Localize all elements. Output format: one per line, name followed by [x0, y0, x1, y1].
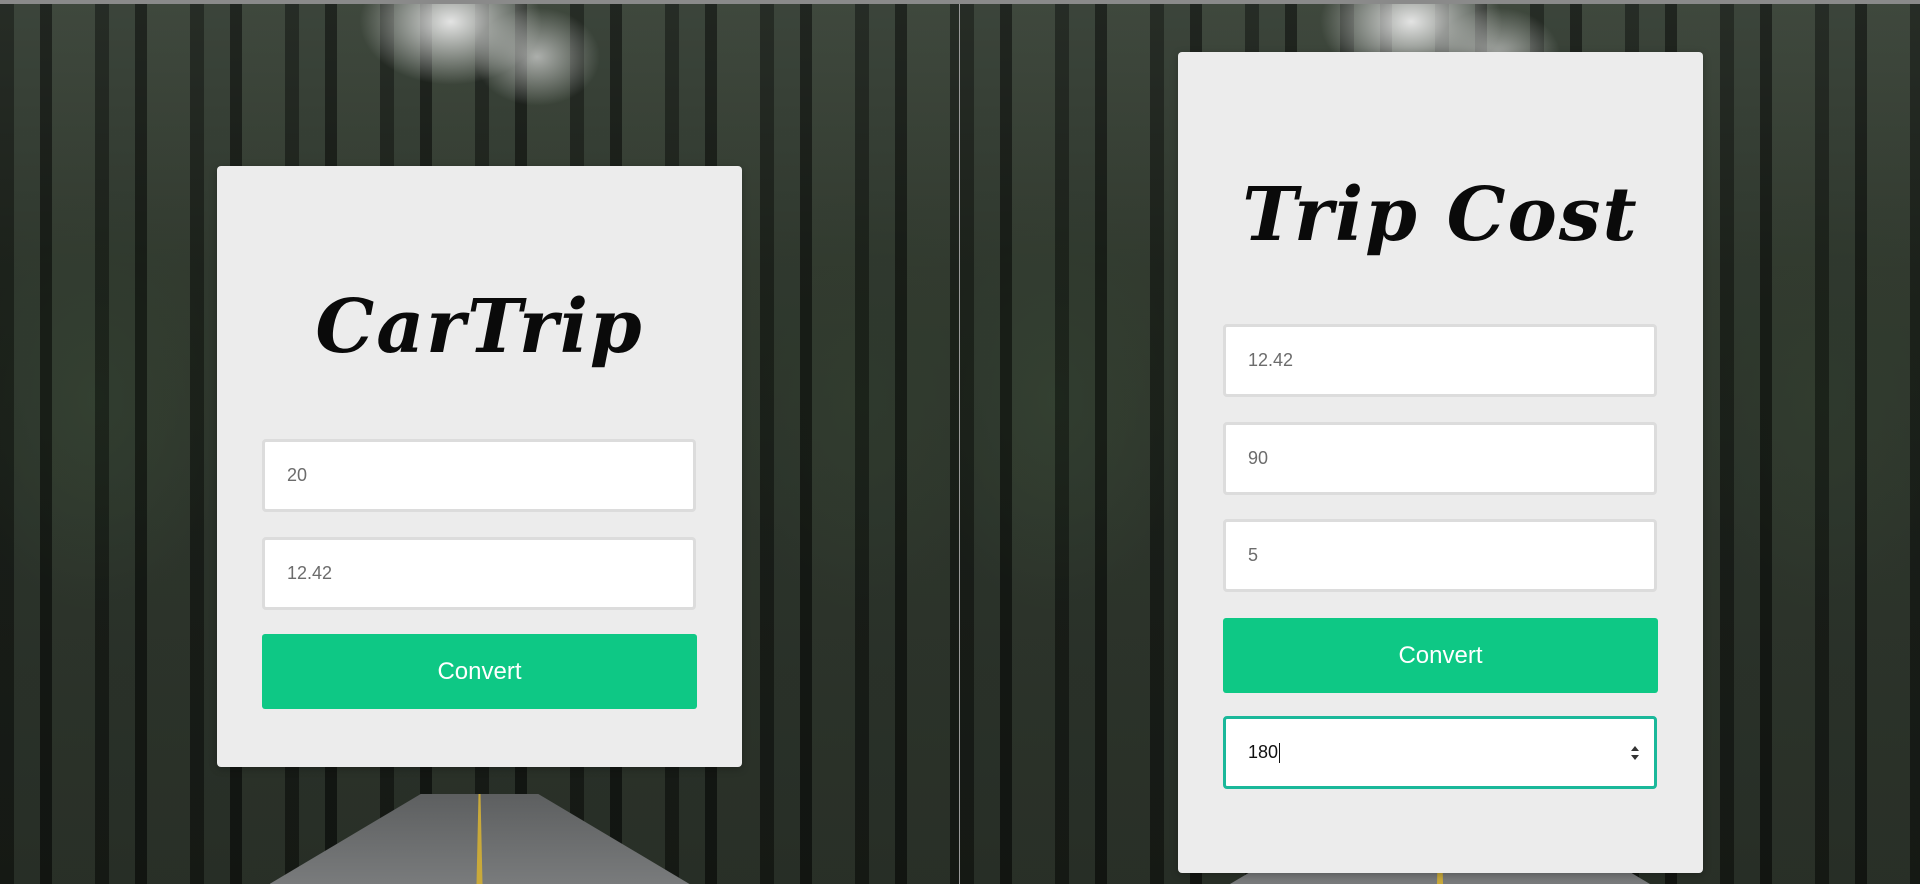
price-input[interactable]: 12.42	[1223, 324, 1657, 397]
screen: CarTrip 20 12.42 Convert Trip Cost 12.42…	[0, 0, 1920, 884]
result-input-value: 180	[1248, 742, 1279, 762]
spinner-up-icon[interactable]	[1631, 745, 1639, 751]
consumption-input-value: 5	[1248, 545, 1259, 565]
cartrip-card: CarTrip 20 12.42 Convert	[217, 166, 742, 767]
trip-cost-card: Trip Cost 12.42 90 5 Convert 180	[1178, 52, 1703, 873]
distance-input[interactable]: 90	[1223, 422, 1657, 495]
convert-button[interactable]: Convert	[262, 634, 697, 709]
trip-cost-title: Trip Cost	[1242, 172, 1639, 258]
distance-input-value: 20	[287, 465, 308, 485]
window-top-border	[0, 0, 1920, 4]
spinner-down-icon[interactable]	[1631, 754, 1639, 760]
distance-input-value: 90	[1248, 448, 1269, 468]
left-pane: CarTrip 20 12.42 Convert	[0, 4, 959, 884]
text-caret	[1279, 743, 1281, 764]
result-number-input[interactable]: 180	[1223, 716, 1657, 789]
distance-input[interactable]: 20	[262, 439, 696, 512]
number-spinner-icon[interactable]	[1630, 745, 1640, 760]
cartrip-title: CarTrip	[315, 284, 644, 370]
fuel-price-input-value: 12.42	[287, 563, 333, 583]
convert-button[interactable]: Convert	[1223, 618, 1658, 693]
consumption-input[interactable]: 5	[1223, 519, 1657, 592]
price-input-value: 12.42	[1248, 350, 1294, 370]
pane-divider	[959, 4, 960, 884]
fuel-price-input[interactable]: 12.42	[262, 537, 696, 610]
